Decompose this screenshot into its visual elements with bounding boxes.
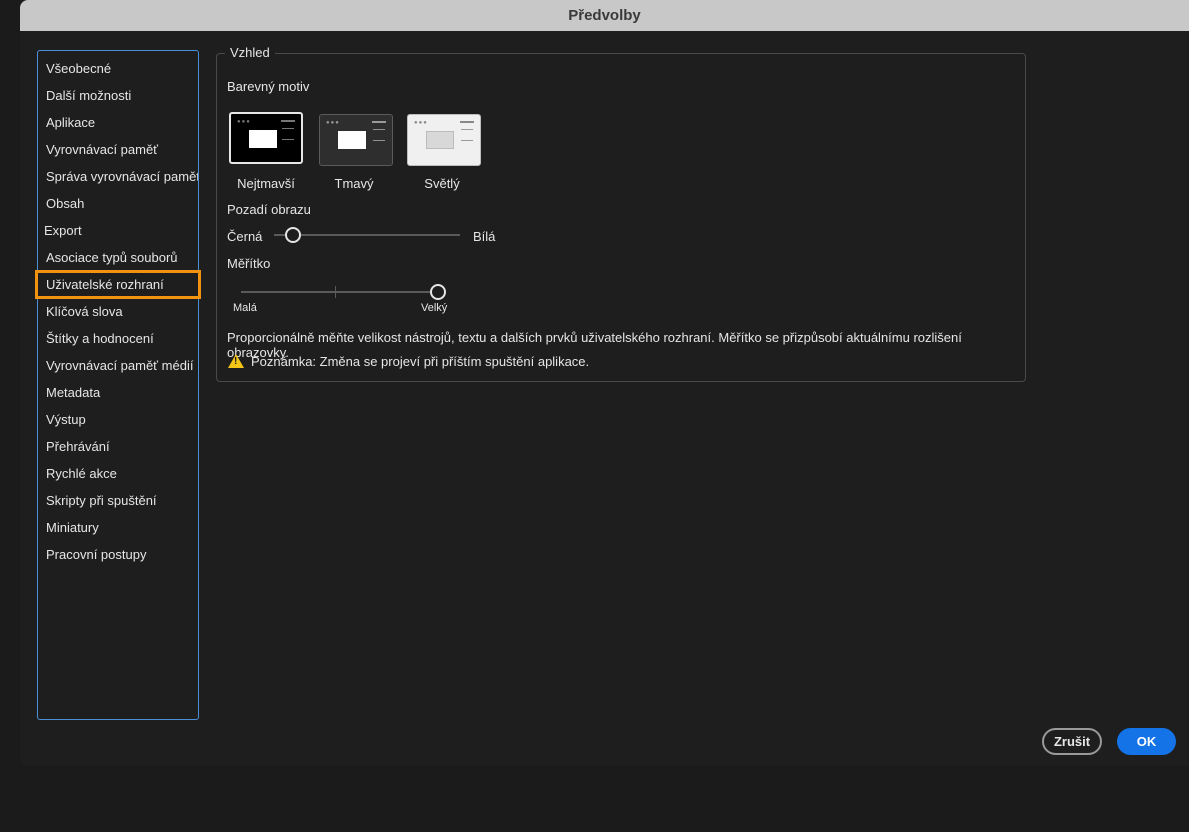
theme-light-label: Světlý	[424, 176, 460, 191]
image-background-max-label: Bílá	[473, 229, 496, 244]
toolbar-line-icon	[460, 121, 474, 123]
toolbar-line-icon	[281, 120, 295, 122]
toolbar-line-icon	[372, 121, 386, 123]
sidebar-item-output[interactable]: Výstup	[38, 406, 198, 433]
color-theme-label: Barevný motiv	[227, 79, 310, 94]
title-bar[interactable]: Předvolby	[20, 0, 1189, 31]
preview-screen-icon	[338, 131, 366, 149]
appearance-group: Vzhled Barevný motiv ●●● ●●● ●●● Nejtmav…	[216, 45, 1026, 382]
sidebar-item-thumbnails[interactable]: Miniatury	[38, 514, 198, 541]
sidebar-item-applications[interactable]: Aplikace	[38, 109, 198, 136]
image-background-slider-thumb[interactable]	[285, 227, 301, 243]
sidebar-item-workflows[interactable]: Pracovní postupy	[38, 541, 198, 568]
sidebar-item-export[interactable]: Export	[38, 217, 198, 244]
theme-darkest-label: Nejtmavší	[237, 176, 295, 191]
theme-light-swatch[interactable]: ●●●	[407, 114, 481, 166]
scale-slider-thumb[interactable]	[430, 284, 446, 300]
scale-max-label: Velký	[421, 302, 448, 314]
sidebar-item-quick-actions[interactable]: Rychlé akce	[38, 460, 198, 487]
warning-icon: !	[228, 354, 244, 368]
window-dots-icon: ●●●	[237, 119, 251, 125]
sidebar-item-playback[interactable]: Přehrávání	[38, 433, 198, 460]
sidebar-item-labels-ratings[interactable]: Štítky a hodnocení	[38, 325, 198, 352]
image-background-min-label: Černá	[227, 229, 263, 244]
sidebar-item-content[interactable]: Obsah	[38, 190, 198, 217]
appearance-legend: Vzhled	[225, 45, 275, 60]
scale-slider-track[interactable]	[241, 291, 439, 293]
sidebar-item-startup-scripts[interactable]: Skripty při spuštění	[38, 487, 198, 514]
scale-min-label: Malá	[233, 302, 257, 314]
sidebar-item-media-cache[interactable]: Vyrovnávací paměť médií	[38, 352, 198, 379]
sidebar-item-keywords[interactable]: Klíčová slova	[38, 298, 198, 325]
preview-screen-icon	[426, 131, 454, 149]
window-dots-icon: ●●●	[326, 120, 340, 126]
theme-dark-swatch[interactable]: ●●●	[319, 114, 393, 166]
dialog-title: Předvolby	[568, 7, 641, 24]
preferences-dialog: Předvolby Všeobecné Další možnosti Aplik…	[20, 0, 1189, 766]
controls-icon	[282, 128, 294, 140]
sidebar-item-interface[interactable]: Uživatelské rozhraní	[35, 270, 201, 299]
controls-icon	[373, 129, 385, 141]
sidebar-item-advanced[interactable]: Další možnosti	[38, 82, 198, 109]
theme-darkest-swatch[interactable]: ●●●	[229, 112, 303, 164]
sidebar-item-cache-management[interactable]: Správa vyrovnávací paměti	[38, 163, 198, 190]
scale-label: Měřítko	[227, 256, 271, 271]
controls-icon	[461, 129, 473, 141]
image-background-slider-track[interactable]	[274, 234, 460, 236]
scale-slider-tick	[335, 286, 336, 298]
preferences-sidebar: Všeobecné Další možnosti Aplikace Vyrovn…	[35, 50, 201, 720]
image-background-label: Pozadí obrazu	[227, 202, 311, 217]
preview-screen-icon	[249, 130, 277, 148]
cancel-button[interactable]: Zrušit	[1042, 728, 1102, 755]
theme-dark-label: Tmavý	[334, 176, 374, 191]
window-dots-icon: ●●●	[414, 120, 428, 126]
sidebar-item-file-type-association[interactable]: Asociace typů souborů	[38, 244, 198, 271]
restart-note: Poznámka: Změna se projeví při příštím s…	[251, 354, 590, 369]
sidebar-item-metadata[interactable]: Metadata	[38, 379, 198, 406]
sidebar-item-general[interactable]: Všeobecné	[38, 55, 198, 82]
sidebar-item-cache[interactable]: Vyrovnávací paměť	[38, 136, 198, 163]
ok-button[interactable]: OK	[1117, 728, 1176, 755]
